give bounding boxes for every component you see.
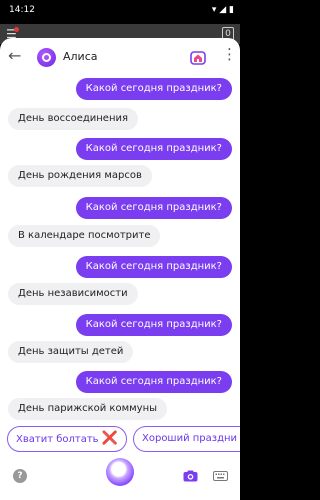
user-message: Какой сегодня праздник? — [75, 138, 232, 160]
smart-home-icon[interactable] — [190, 49, 206, 65]
status-bar: 14:12 ▾ ◢ ▮ — [0, 0, 240, 24]
voice-input-button[interactable] — [106, 458, 134, 486]
suggestion-chip-label: Хватит болтать — [16, 434, 99, 445]
chat-title: Алиса — [63, 50, 98, 63]
suggestion-chip-label: Хороший праздни — [142, 433, 238, 444]
bot-message: День воссоединения — [8, 108, 139, 130]
suggestion-chip-good-holiday[interactable]: Хороший праздни — [133, 426, 240, 452]
user-message: Какой сегодня праздник? — [75, 314, 232, 336]
user-message: Какой сегодня праздник? — [75, 256, 232, 278]
cross-mark-icon: ❌ — [101, 431, 118, 446]
status-icons: ▾ ◢ ▮ — [211, 5, 234, 15]
user-message: Какой сегодня праздник? — [75, 197, 232, 219]
alice-chat-sheet: ← Алиса ⋮ Какой сегодня праздник? День в… — [0, 38, 240, 500]
bot-message: В календаре посмотрите — [8, 225, 161, 247]
bot-message: День парижской коммуны — [8, 398, 168, 420]
notification-dot — [14, 27, 19, 32]
bot-message: День рождения марсов — [8, 165, 152, 187]
chat-header: ← Алиса ⋮ — [0, 38, 240, 76]
back-arrow-icon[interactable]: ← — [8, 46, 21, 65]
camera-icon[interactable] — [183, 470, 198, 482]
user-message: Какой сегодня праздник? — [75, 371, 232, 393]
user-message: Какой сегодня праздник? — [75, 78, 232, 100]
suggestion-chip-stop[interactable]: Хватит болтать ❌ — [7, 426, 127, 452]
help-icon[interactable]: ? — [13, 469, 27, 483]
bot-message: День защиты детей — [8, 341, 134, 363]
alice-logo-icon — [37, 48, 56, 67]
more-options-icon[interactable]: ⋮ — [222, 47, 237, 62]
status-time: 14:12 — [9, 5, 35, 15]
bottom-bar: ? — [0, 458, 240, 500]
keyboard-icon[interactable] — [213, 471, 228, 481]
bot-message: День независимости — [8, 283, 138, 305]
